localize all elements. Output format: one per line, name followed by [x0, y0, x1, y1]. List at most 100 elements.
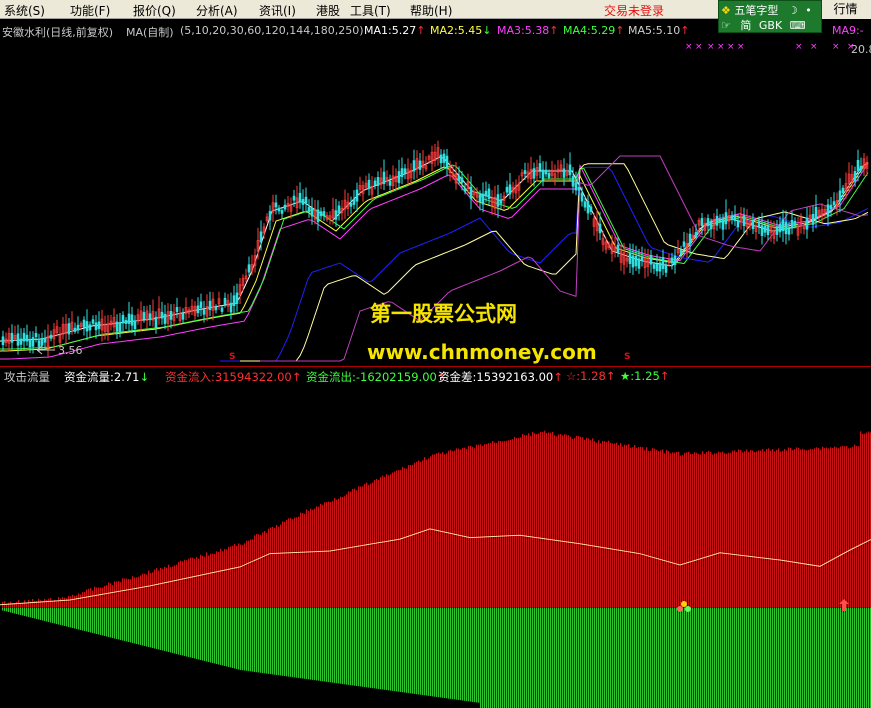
outflow-bar [804, 608, 806, 708]
menu-system[interactable]: 系统(S) [4, 2, 45, 19]
inflow-bar [790, 447, 792, 608]
menu-function[interactable]: 功能(F) [70, 2, 110, 19]
inflow-bar [252, 539, 254, 608]
inflow-bar [144, 573, 146, 608]
inflow-bar [76, 595, 78, 608]
candle-body [547, 172, 551, 178]
keyboard-icon[interactable]: ⌨ [790, 19, 806, 32]
outflow-bar [548, 608, 550, 708]
ime-mode-row[interactable]: ☞ 简 GBK ⌨ [721, 17, 806, 33]
candle-body [679, 249, 683, 255]
outflow-bar [212, 608, 214, 663]
inflow-bar [836, 447, 838, 608]
inflow-bar [226, 549, 228, 608]
inflow-bar [780, 451, 782, 608]
outflow-bar [862, 608, 864, 708]
outflow-bar [328, 608, 330, 683]
candle-body [505, 186, 509, 193]
menu-hk-stocks[interactable]: 港股 [316, 2, 340, 19]
candle-body [616, 244, 620, 253]
menu-analysis[interactable]: 分析(A) [196, 2, 238, 19]
moon-icon[interactable]: ☽ [788, 4, 798, 17]
money-flow-chart[interactable] [0, 385, 871, 708]
outflow-bar [530, 608, 532, 708]
inflow-bar [426, 459, 428, 608]
inflow-bar [636, 447, 638, 608]
s-signal-icon: S [229, 352, 236, 362]
outflow-bar [732, 608, 734, 708]
ime-mode[interactable]: 简 [740, 19, 751, 32]
outflow-bar [442, 608, 444, 698]
outflow-bar [336, 608, 338, 684]
inflow-bar [424, 457, 426, 608]
outflow-bar [624, 608, 626, 708]
outflow-bar [418, 608, 420, 695]
menu-quote[interactable]: 报价(Q) [133, 2, 176, 19]
menu-tools[interactable]: 工具(T) [350, 2, 391, 19]
menu-help[interactable]: 帮助(H) [410, 2, 452, 19]
ime-name[interactable]: ❖ 五笔字型 ☽ • [721, 2, 812, 18]
inflow-bar [258, 534, 260, 608]
outflow-bar [724, 608, 726, 708]
outflow-bar [2, 608, 4, 611]
outflow-bar [712, 608, 714, 708]
outflow-bar [334, 608, 336, 683]
outflow-bar [492, 608, 494, 708]
inflow-bar [736, 451, 738, 608]
inflow-bar [468, 445, 470, 608]
inflow-bar [290, 518, 292, 608]
dot-icon[interactable]: • [805, 4, 812, 17]
x-mark-icon: × [695, 42, 703, 52]
inflow-bar [820, 449, 822, 608]
ime-toolbar[interactable]: ❖ 五笔字型 ☽ • ☞ 简 GBK ⌨ [718, 0, 822, 33]
ime-encoding[interactable]: GBK [759, 19, 782, 32]
outflow-bar [460, 608, 462, 701]
outflow-bar [430, 608, 432, 697]
outflow-bar [28, 608, 30, 617]
inflow-bar [480, 444, 482, 608]
outflow-bar [140, 608, 142, 645]
outflow-bar [406, 608, 408, 693]
candle-body [373, 180, 377, 186]
inflow-bar [812, 449, 814, 608]
outflow-bar [286, 608, 288, 677]
inflow-bar [560, 434, 562, 608]
outflow-bar [154, 608, 156, 649]
inflow-bar [94, 586, 96, 608]
outflow-bar [42, 608, 44, 621]
inflow-bar [498, 440, 500, 608]
inflow-bar [362, 486, 364, 608]
menu-news[interactable]: 资讯(I) [259, 2, 296, 19]
inflow-bar [188, 558, 190, 608]
outflow-bar [52, 608, 54, 623]
inflow-bar [46, 599, 48, 608]
inflow-bar [70, 596, 72, 608]
candle-body [640, 256, 644, 261]
inflow-bar [458, 448, 460, 608]
candle-body [787, 228, 791, 235]
inflow-bar [478, 444, 480, 608]
outflow-bar [92, 608, 94, 633]
candle-body [223, 297, 227, 305]
outflow-bar [478, 608, 480, 703]
inflow-bar [594, 441, 596, 608]
candle-body [352, 198, 356, 205]
trade-login-status[interactable]: 交易未登录 [604, 2, 664, 19]
outflow-bar [714, 608, 716, 708]
outflow-bar [384, 608, 386, 690]
inflow-bar [524, 435, 526, 608]
outflow-bar [576, 608, 578, 708]
outflow-bar [618, 608, 620, 708]
inflow-bar [272, 526, 274, 608]
candle-body [688, 233, 692, 245]
inflow-bar [744, 451, 746, 608]
outflow-bar [402, 608, 404, 693]
outflow-bar [742, 608, 744, 708]
inflow-bar [602, 441, 604, 608]
quote-window-button[interactable]: 行情 [818, 0, 871, 19]
candle-body [34, 333, 38, 338]
outflow-bar [394, 608, 396, 692]
outflow-bar [16, 608, 18, 614]
outflow-bar [206, 608, 208, 662]
inflow-bar [504, 441, 506, 608]
